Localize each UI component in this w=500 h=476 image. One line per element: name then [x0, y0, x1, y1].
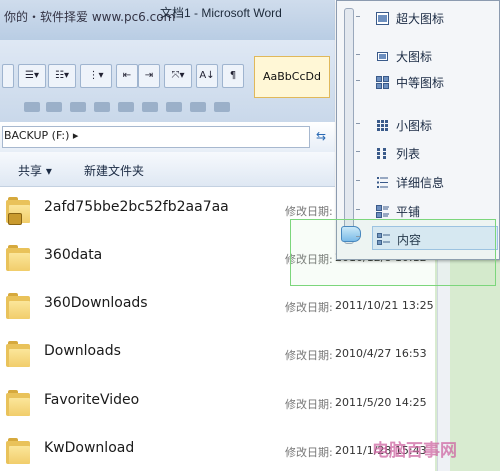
text-direction-button[interactable]: ⤧▾: [164, 64, 192, 88]
slider-tick: [356, 151, 360, 152]
new-folder-button[interactable]: 新建文件夹: [84, 162, 144, 179]
ribbon-blurred-control: [46, 102, 62, 112]
slider-tick: [356, 209, 360, 210]
modified-label: 修改日期:: [285, 205, 333, 218]
ribbon-blurred-control: [142, 102, 158, 112]
modified-date: 2011/10/21 13:25: [335, 299, 434, 312]
file-name: KwDownload: [44, 440, 135, 456]
address-bar[interactable]: BACKUP (F:) ▸ ⇆: [0, 122, 335, 153]
word-title-bar: 你的・软件择爱 www.pc6.com 文档1 - Microsoft Word: [0, 0, 335, 40]
file-row[interactable]: 2afd75bbe2bc52fb2aa7aa 修改日期:: [0, 187, 335, 235]
view-menu-item-label: 超大图标: [396, 12, 445, 26]
view-size-slider[interactable]: [344, 8, 354, 244]
window-title: 文档1 - Microsoft Word: [160, 6, 282, 20]
view-menu-item-label: 平铺: [396, 205, 421, 219]
tiles-view-icon: [376, 203, 389, 218]
view-menu-item[interactable]: 平铺: [372, 199, 496, 221]
ribbon-blurred-control: [70, 102, 86, 112]
modified-date: 2011/5/20 14:25: [335, 396, 427, 409]
bullets-button[interactable]: ☰▾: [18, 64, 46, 88]
file-list: 2afd75bbe2bc52fb2aa7aa修改日期:360data修改日期:2…: [0, 187, 434, 471]
folder-icon: [6, 197, 30, 225]
modified-label: 修改日期:: [285, 349, 333, 362]
view-menu-item[interactable]: 详细信息: [372, 170, 496, 192]
modified-label: 修改日期:: [285, 398, 333, 411]
lock-icon: [8, 213, 22, 225]
slider-tick: [356, 54, 360, 55]
view-menu-item[interactable]: 小图标: [372, 113, 496, 135]
site-watermark-bottom: 电脑百事网: [372, 441, 457, 461]
multilevel-list-button[interactable]: ⋮▾: [80, 64, 112, 88]
slider-tick: [356, 16, 360, 17]
ribbon-blurred-control: [166, 102, 182, 112]
view-menu-item[interactable]: 中等图标: [372, 70, 496, 92]
details-view-icon: [376, 174, 389, 188]
file-row[interactable]: FavoriteVideo 修改日期: 2011/5/20 14:25: [0, 380, 427, 428]
file-name: 360data: [44, 247, 103, 263]
folder-icon: [6, 390, 30, 416]
word-ribbon: ☰▾ ☷▾ ⋮▾ ⇤ ⇥ ⤧▾ A↓ ¶ AaBbCcDd: [0, 40, 335, 122]
sort-button[interactable]: A↓: [196, 64, 218, 88]
slider-tick: [356, 80, 360, 81]
refresh-icon[interactable]: ⇆: [316, 129, 326, 143]
ribbon-blurred-control: [118, 102, 134, 112]
file-row[interactable]: KwDownload 修改日期: 2011/1/28 15:43: [0, 428, 427, 476]
site-watermark: 你的・软件择爱 www.pc6.com: [4, 10, 176, 24]
ribbon-blurred-control: [24, 102, 40, 112]
modified-date: 2010/4/27 16:53: [335, 347, 427, 360]
folder-icon: [6, 438, 30, 464]
ribbon-blurred-control: [190, 102, 206, 112]
view-menu-item-label: 小图标: [396, 119, 433, 133]
folder-icon: [6, 341, 30, 367]
file-row[interactable]: Downloads 修改日期: 2010/4/27 16:53: [0, 331, 427, 379]
ribbon-blurred-control: [214, 102, 230, 112]
medium-icons-icon: [376, 74, 389, 89]
modified-label: 修改日期:: [285, 301, 333, 314]
file-name: Downloads: [44, 343, 121, 359]
view-menu-item[interactable]: 大图标: [372, 44, 496, 66]
view-menu-item-label: 大图标: [396, 50, 433, 64]
file-name: 360Downloads: [44, 295, 148, 311]
view-menu-item-label: 详细信息: [396, 176, 445, 190]
view-menu-item[interactable]: 超大图标: [372, 6, 496, 28]
file-name: FavoriteVideo: [44, 392, 140, 408]
modified-label: 修改日期:: [285, 446, 333, 459]
extra-large-icons-icon: [376, 10, 389, 25]
ribbon-button[interactable]: [2, 64, 14, 88]
address-path[interactable]: BACKUP (F:) ▸: [4, 129, 78, 142]
command-bar: 共享 ▾ 新建文件夹: [0, 152, 335, 187]
folder-icon: [6, 293, 30, 319]
file-name: 2afd75bbe2bc52fb2aa7aa: [44, 199, 229, 215]
decrease-indent-button[interactable]: ⇤: [116, 64, 138, 88]
file-row[interactable]: 360data修改日期:2010/12/8 10:12: [0, 235, 427, 283]
share-button[interactable]: 共享 ▾: [18, 162, 52, 179]
large-icons-icon: [376, 48, 389, 61]
folder-icon: [6, 245, 30, 271]
view-menu-item-label: 列表: [396, 147, 421, 161]
highlight-rectangle: [290, 219, 496, 286]
slider-tick: [356, 123, 360, 124]
numbering-button[interactable]: ☷▾: [48, 64, 76, 88]
ribbon-blurred-control: [94, 102, 110, 112]
slider-tick: [356, 180, 360, 181]
view-menu-item[interactable]: 列表: [372, 141, 496, 163]
file-row[interactable]: 360Downloads 修改日期: 2011/10/21 13:25: [0, 283, 434, 331]
view-menu-item-label: 中等图标: [396, 76, 445, 90]
style-gallery-normal[interactable]: AaBbCcDd: [254, 56, 330, 98]
small-icons-icon: [376, 117, 389, 131]
list-view-icon: [376, 145, 389, 159]
show-marks-button[interactable]: ¶: [222, 64, 244, 88]
increase-indent-button[interactable]: ⇥: [138, 64, 160, 88]
